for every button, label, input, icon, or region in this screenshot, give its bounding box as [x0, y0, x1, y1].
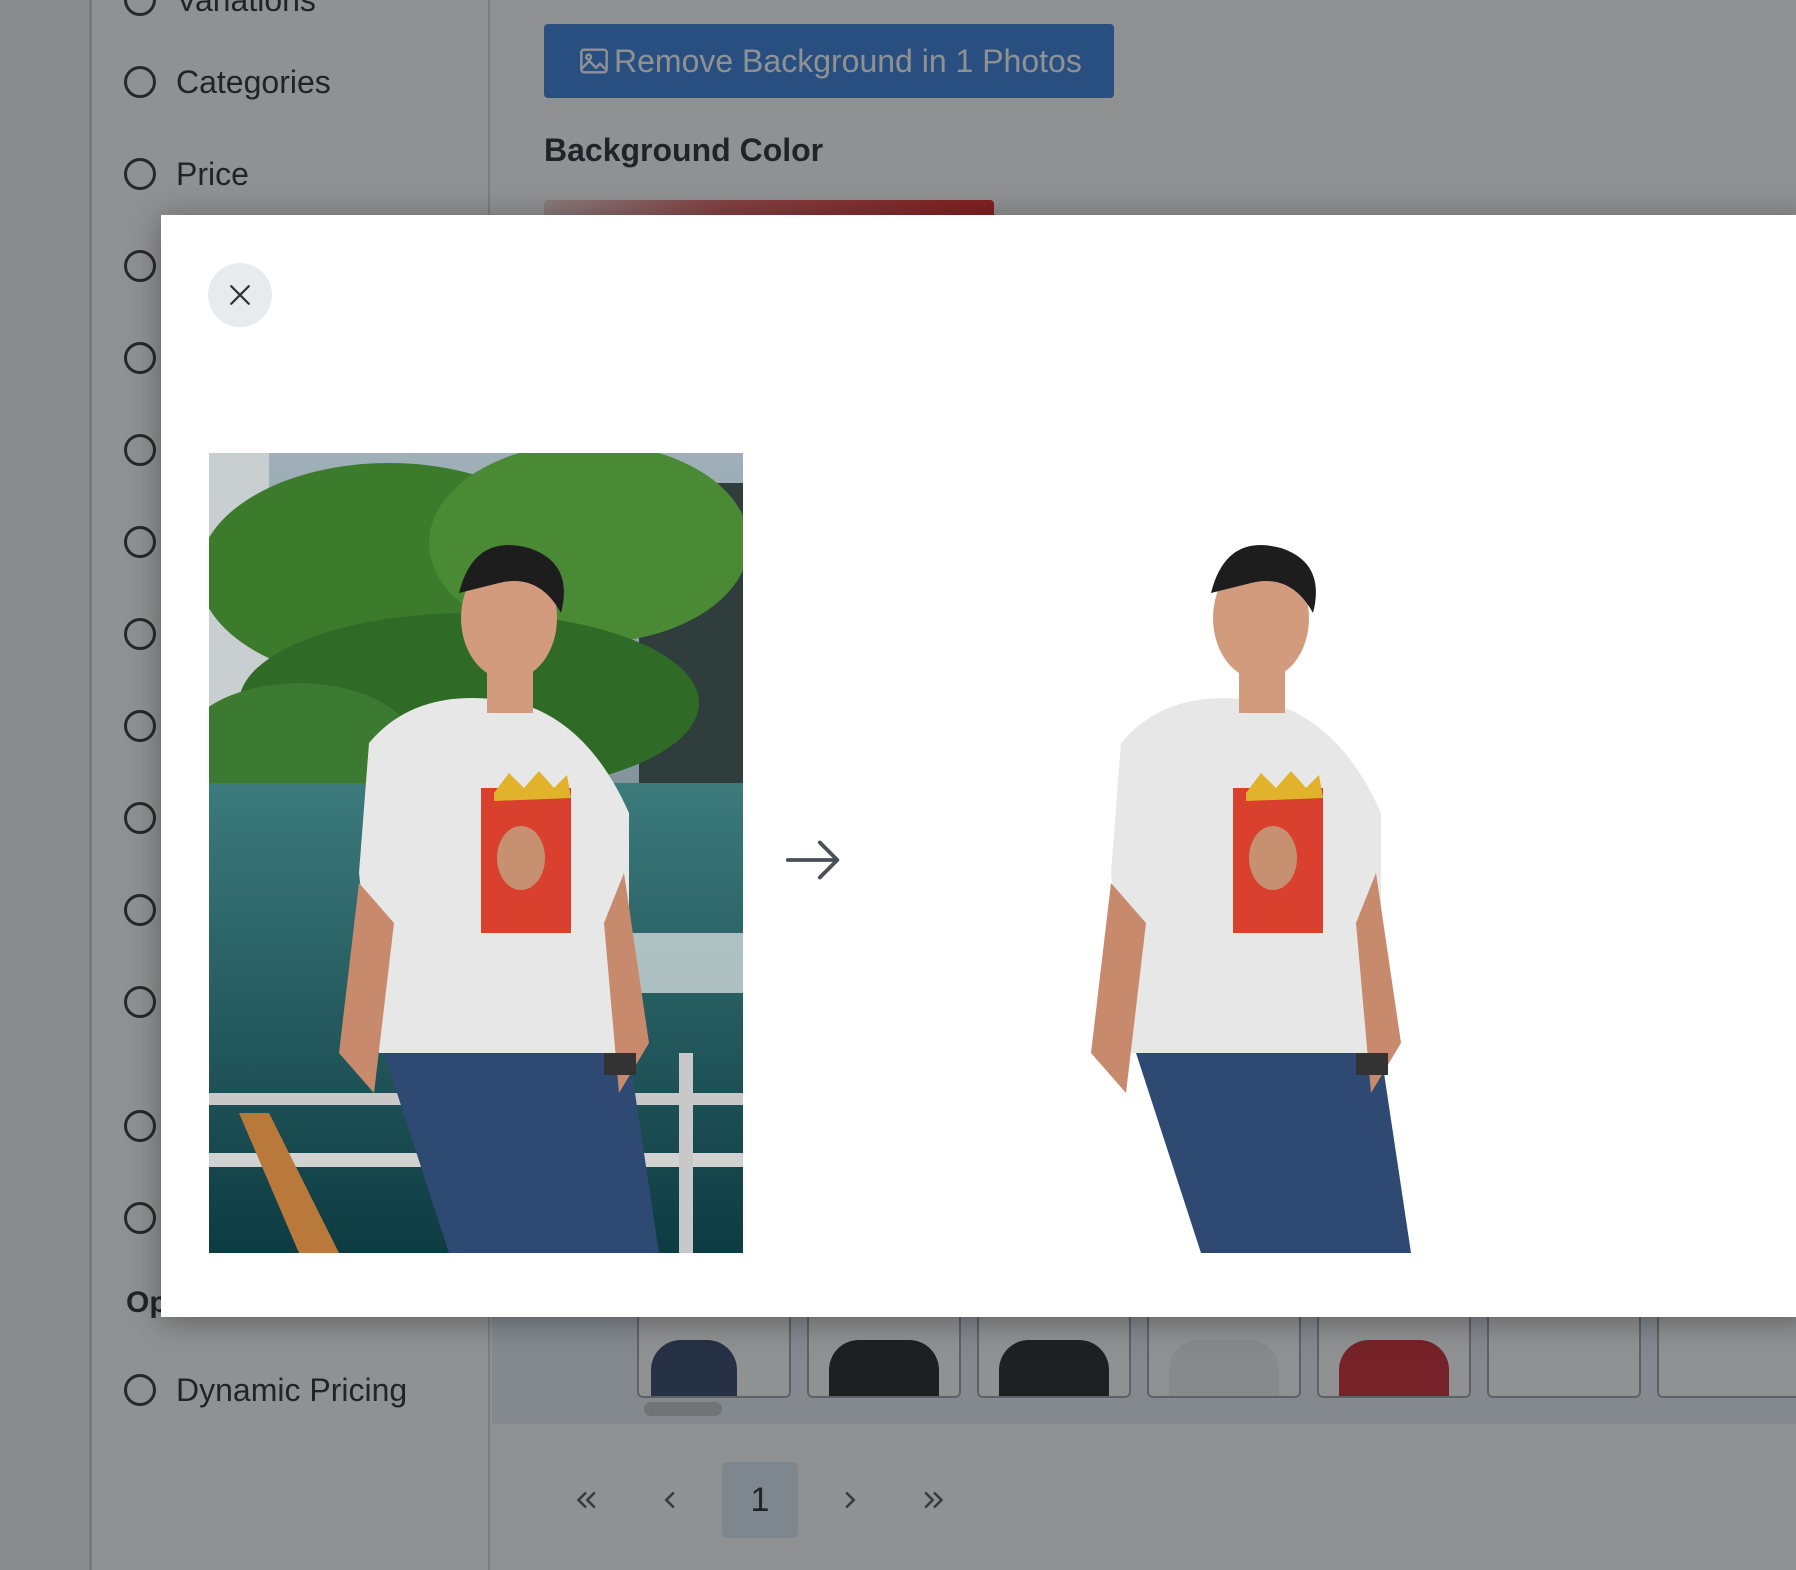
result-photo	[981, 453, 1581, 1253]
close-icon	[230, 285, 250, 305]
result-photo-image	[1091, 545, 1411, 1253]
close-button[interactable]	[208, 263, 272, 327]
background-removal-preview-modal	[161, 215, 1796, 1317]
original-photo	[209, 453, 743, 1253]
arrow-right-icon	[785, 840, 840, 880]
original-photo-image	[209, 453, 743, 1253]
